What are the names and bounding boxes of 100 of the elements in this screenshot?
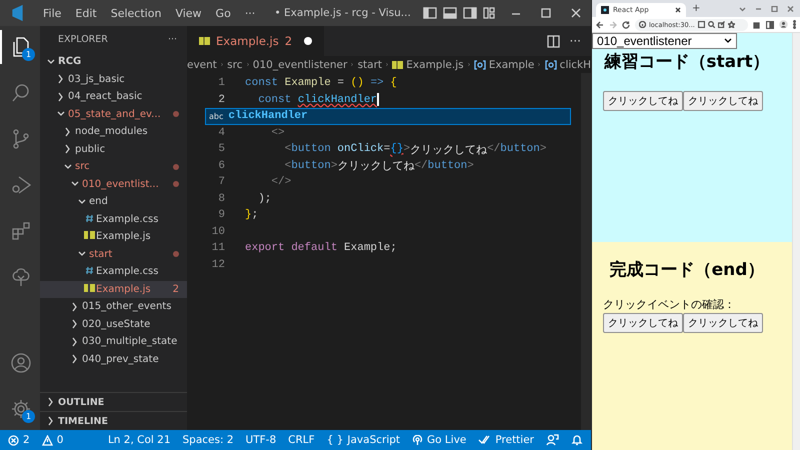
editor-tab[interactable]: Example.js 2 [187,26,324,56]
js-file-icon [199,37,210,45]
breadcrumb-item[interactable]: Example [474,58,534,70]
more-button[interactable]: ··· [570,34,581,48]
js-file-icon [392,60,404,68]
prettier-button[interactable]: Prettier [478,434,534,446]
problem-count: 2 [172,284,179,295]
tree-item[interactable]: end [40,193,187,210]
new-tab-button[interactable]: + [686,3,706,14]
breadcrumb-item[interactable]: event [187,58,217,70]
panel-left-icon[interactable] [423,7,437,19]
share-icon[interactable] [718,21,725,28]
menu-item[interactable]: Edit [68,6,104,20]
error-icon [8,434,19,446]
tree-item[interactable]: 040_prev_state [40,350,187,368]
maximize-icon[interactable] [540,8,552,18]
account-icon[interactable] [9,351,33,375]
dropdown[interactable]: 010_eventlistener [592,33,737,49]
tree-item[interactable]: 05_state_and_ev... [40,106,187,123]
breadcrumb-item[interactable]: src [227,58,243,70]
suggestion-item[interactable]: abc clickHandler [205,108,571,124]
maximize-icon[interactable] [771,6,778,12]
close-icon[interactable] [675,7,681,13]
bell-icon[interactable] [571,434,583,446]
go-live-button[interactable]: Go Live [412,434,466,446]
tree-item[interactable]: Example.css [40,263,187,280]
zoom-icon[interactable] [708,21,715,28]
breadcrumb-item[interactable]: Example.js [392,58,464,70]
tree-item[interactable]: 04_react_basic [40,88,187,106]
click-button[interactable]: クリックしてね [603,91,683,111]
code-line: </> [270,176,292,188]
error-count[interactable]: 2 [23,434,30,446]
panel-title: EXPLORER [58,34,108,45]
broadcast-icon [412,434,424,446]
panel-right-icon[interactable] [463,7,477,19]
section-header[interactable]: OUTLINE [40,392,187,411]
menu-item[interactable]: Selection [104,6,168,20]
heading: 完成コード（end） [610,259,764,281]
symbol-icon [474,60,486,70]
tree-item[interactable]: Example.js 2 [40,280,187,298]
star-icon[interactable] [728,21,735,28]
line-number: 1 [217,77,226,90]
menu-item[interactable]: ··· [238,6,262,20]
profile-icon[interactable] [779,20,788,29]
language-mode[interactable]: { } JavaScript [326,434,400,446]
layout-icon[interactable] [483,7,495,19]
breadcrumb-item[interactable]: clickH [544,58,591,70]
menu-item[interactable]: File [36,6,68,20]
heading: 練習コード（start） [604,51,770,73]
tree-item[interactable]: src [40,158,187,176]
line-number: 9 [217,209,226,222]
window-title: • Example.js - rcg - Visu... [274,7,412,19]
settings-icon[interactable] [9,397,33,421]
tree-item[interactable]: 020_useState [40,316,187,333]
click-button[interactable]: クリックしてね [683,313,763,333]
chevron-down-icon[interactable] [739,6,746,12]
line-number: 8 [217,192,226,205]
menu-item[interactable]: Go [208,6,238,20]
menu-item[interactable]: View [168,6,209,20]
back-icon[interactable] [596,20,604,28]
tree-item[interactable]: 030_multiple_state [40,333,187,350]
status-item[interactable]: Ln 2, Col 21 [108,434,171,446]
tree-item[interactable]: public [40,140,187,158]
warning-icon [42,434,53,446]
click-button[interactable]: クリックしてね [683,91,763,111]
split-editor-icon[interactable] [546,34,560,48]
breadcrumb-item[interactable]: 010_eventlistener [252,58,348,70]
status-item[interactable]: UTF-8 [246,434,276,446]
problem-count: 2 [284,34,292,48]
status-item[interactable]: CRLF [288,434,315,446]
line-number: 12 [210,258,226,271]
line-number: 10 [210,226,226,238]
tree-item[interactable]: 015_other_events [40,298,187,316]
count-badge: 1 [22,48,35,61]
panel-bottom-icon[interactable] [443,7,457,19]
code-line: }; [245,209,258,222]
status-item[interactable]: Spaces: 2 [182,434,234,446]
tree-item[interactable]: 010_eventlist... [40,176,187,193]
feedback-icon[interactable] [546,434,559,446]
modified-dot [173,251,179,258]
reload-icon[interactable] [622,20,630,28]
more-icon[interactable] [793,20,796,29]
folder-name[interactable]: RCG [58,56,179,68]
code-line: ); [257,192,272,205]
minimize-icon[interactable] [755,6,762,12]
translate-icon[interactable] [698,21,705,28]
line-number: 4 [217,126,226,139]
tree-item[interactable]: Example.css [40,210,187,228]
breadcrumb-item[interactable]: start [358,58,382,70]
warning-count[interactable]: 0 [42,434,64,446]
tree-item[interactable]: 03_js_basic [40,70,187,88]
line-number: 6 [217,160,226,172]
info-icon [639,21,646,28]
click-button[interactable]: クリックしてね [603,313,683,333]
tree-item[interactable]: Example.js [40,228,187,246]
code-line: <button>クリックしてね</button> [284,158,474,174]
tree-item[interactable]: node_modules [40,123,187,140]
side-panel-icon[interactable] [766,20,774,28]
more-button[interactable]: ··· [168,34,177,45]
tree-item[interactable]: start [40,246,187,263]
